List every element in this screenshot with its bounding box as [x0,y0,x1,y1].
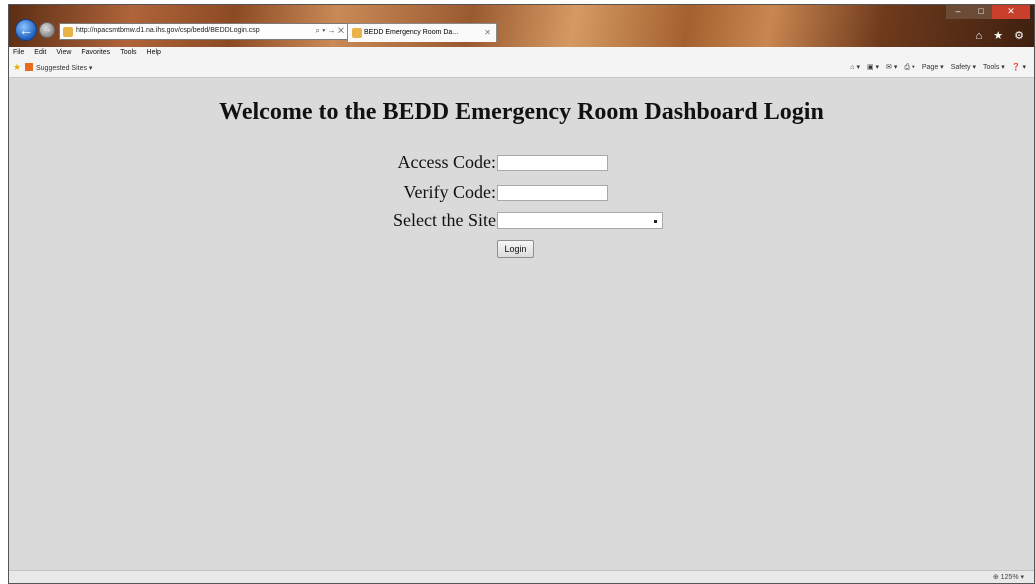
page-favicon-icon [63,27,73,37]
login-button[interactable]: Login [497,240,534,258]
tab-title: BEDD Emergency Room Da... [364,29,459,36]
suggested-sites-icon [25,63,33,71]
page-title: Welcome to the BEDD Emergency Room Dashb… [219,99,824,125]
menu-bar: File Edit View Favorites Tools Help [9,47,1034,58]
mail-menu-button[interactable]: ✉ ▾ [886,63,897,72]
page-menu-button[interactable]: Page ▾ [922,63,944,72]
access-code-input[interactable] [497,155,608,171]
browser-window: ← → http://npacsmtbmw.d1.na.ihs.gov/csp/… [8,4,1035,584]
tab-favicon-icon [352,28,362,38]
menu-favorites[interactable]: Favorites [81,47,110,58]
tab-bedd-login[interactable]: BEDD Emergency Room Da... ✕ [347,23,497,42]
address-url: http://npacsmtbmw.d1.na.ihs.gov/csp/bedd… [76,27,260,34]
menu-edit[interactable]: Edit [34,47,46,58]
minimize-button[interactable]: – [946,5,970,19]
zoom-level[interactable]: ⊕ 125% ▾ [993,573,1024,581]
verify-code-input[interactable] [497,185,608,201]
menu-tools[interactable]: Tools [120,47,136,58]
favorites-star-icon[interactable]: ★ [13,63,21,72]
favorites-bar: ★ Suggested Sites ▾ ⌂ ▾ ▣ ▾ ✉ ▾ ⎙ ▾ Page… [9,58,1034,78]
address-bar[interactable]: http://npacsmtbmw.d1.na.ihs.gov/csp/bedd… [59,23,349,40]
forward-button[interactable]: → [39,22,55,38]
menu-file[interactable]: File [13,47,24,58]
tools-menu-button[interactable]: Tools ▾ [983,63,1005,72]
dropdown-arrow-icon [654,220,657,223]
title-bar: ← → http://npacsmtbmw.d1.na.ihs.gov/csp/… [9,5,1034,47]
status-bar: ⊕ 125% ▾ [9,570,1034,583]
command-bar: ⌂ ▾ ▣ ▾ ✉ ▾ ⎙ ▾ Page ▾ Safety ▾ Tools ▾ … [850,63,1026,72]
access-code-label: Access Code: [397,152,496,172]
tab-close-icon[interactable]: ✕ [484,28,491,37]
site-label: Select the Site [393,210,496,230]
page-content: Welcome to the BEDD Emergency Room Dashb… [9,79,1034,572]
home-favorites-settings-icons[interactable]: ⌂ ★ ⚙ [976,29,1028,42]
maximize-button[interactable]: □ [970,5,992,19]
verify-code-label: Verify Code: [403,182,496,202]
help-menu-button[interactable]: ❓ ▾ [1012,63,1026,72]
suggested-sites-label: Suggested Sites ▾ [36,65,93,72]
print-menu-button[interactable]: ⎙ ▾ [904,63,915,72]
back-button[interactable]: ← [15,19,37,41]
suggested-sites-link[interactable]: Suggested Sites ▾ [25,63,92,73]
menu-help[interactable]: Help [147,47,161,58]
address-tools-icon[interactable]: ⌕ ▾ → ✕ [315,26,344,36]
site-select[interactable] [497,212,663,229]
close-window-button[interactable]: ✕ [992,5,1030,19]
home-menu-button[interactable]: ⌂ ▾ [850,63,860,72]
window-controls: – □ ✕ [946,5,1030,19]
menu-view[interactable]: View [56,47,71,58]
safety-menu-button[interactable]: Safety ▾ [951,63,976,72]
feeds-menu-button[interactable]: ▣ ▾ [867,63,879,72]
